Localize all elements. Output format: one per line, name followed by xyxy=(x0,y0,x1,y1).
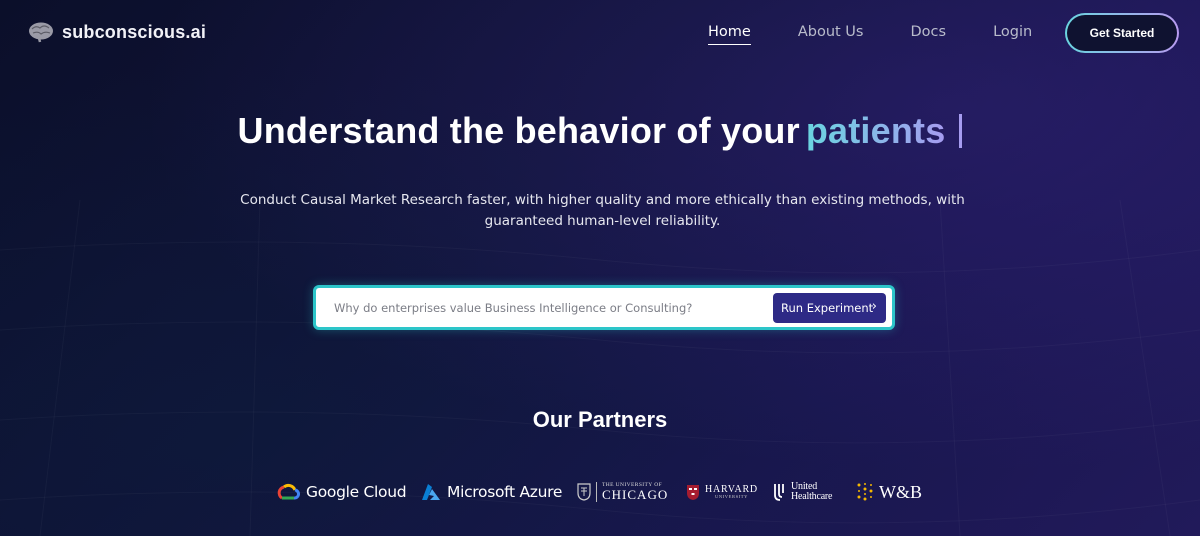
typing-cursor xyxy=(959,114,963,148)
uchicago-line2: CHICAGO xyxy=(602,487,669,503)
top-nav-bar: subconscious.ai Home About Us Docs Login… xyxy=(0,0,1200,66)
run-experiment-button[interactable]: Run Experiment › xyxy=(773,293,886,323)
nav-login[interactable]: Login xyxy=(993,24,1032,45)
brand-name: subconscious.ai xyxy=(62,21,207,42)
google-cloud-icon xyxy=(277,483,300,500)
uchicago-crest-icon xyxy=(577,483,591,501)
experiment-search-bar: Run Experiment › xyxy=(313,285,895,330)
run-experiment-label: Run Experiment xyxy=(781,301,874,315)
hero-headline: Understand the behavior of your patients xyxy=(0,110,1200,152)
harvard-shield-icon xyxy=(687,484,699,500)
wandb-dots-icon xyxy=(857,483,873,501)
partner-google-cloud-label: Google Cloud xyxy=(306,483,407,501)
partners-logos: Google Cloud Microsoft Azure THE UNIVERS… xyxy=(0,478,1200,506)
united-healthcare-wordmark: United Healthcare xyxy=(791,482,833,502)
chevron-right-icon: › xyxy=(871,299,877,314)
hero-headline-accent: patients xyxy=(805,110,946,151)
uchicago-wordmark: THE UNIVERSITY OF CHICAGO xyxy=(602,482,669,503)
experiment-question-input[interactable] xyxy=(334,298,764,318)
partners-title: Our Partners xyxy=(532,407,668,432)
hero-subtitle: Conduct Causal Market Research faster, w… xyxy=(240,192,965,229)
partner-microsoft-azure: Microsoft Azure xyxy=(421,478,562,506)
partner-azure-label: Microsoft Azure xyxy=(447,483,563,501)
main-nav: Home About Us Docs Login xyxy=(708,24,1079,45)
uhc-line2: Healthcare xyxy=(791,491,833,502)
get-started-button[interactable]: Get Started xyxy=(1065,13,1179,53)
harvard-wordmark: HARVARD UNIVERSITY xyxy=(705,484,758,500)
brain-logo-icon xyxy=(29,22,53,43)
partner-harvard: HARVARD UNIVERSITY xyxy=(686,478,758,506)
background-grid xyxy=(0,0,1200,536)
divider xyxy=(596,482,597,502)
united-healthcare-icon xyxy=(774,484,784,501)
wandb-wordmark: W&B xyxy=(879,481,922,502)
brand[interactable]: subconscious.ai xyxy=(28,21,206,43)
nav-docs[interactable]: Docs xyxy=(910,24,946,45)
partner-google-cloud: Google Cloud xyxy=(276,478,407,506)
partner-wandb: W&B xyxy=(856,478,922,506)
nav-home[interactable]: Home xyxy=(708,24,751,45)
nav-about-us[interactable]: About Us xyxy=(798,24,864,45)
harvard-line2: UNIVERSITY xyxy=(714,493,748,499)
partner-uchicago: THE UNIVERSITY OF CHICAGO xyxy=(577,478,668,506)
hero-headline-text: Understand the behavior of your xyxy=(237,110,800,151)
partner-united-healthcare: United Healthcare xyxy=(773,478,833,506)
azure-icon xyxy=(422,484,440,500)
